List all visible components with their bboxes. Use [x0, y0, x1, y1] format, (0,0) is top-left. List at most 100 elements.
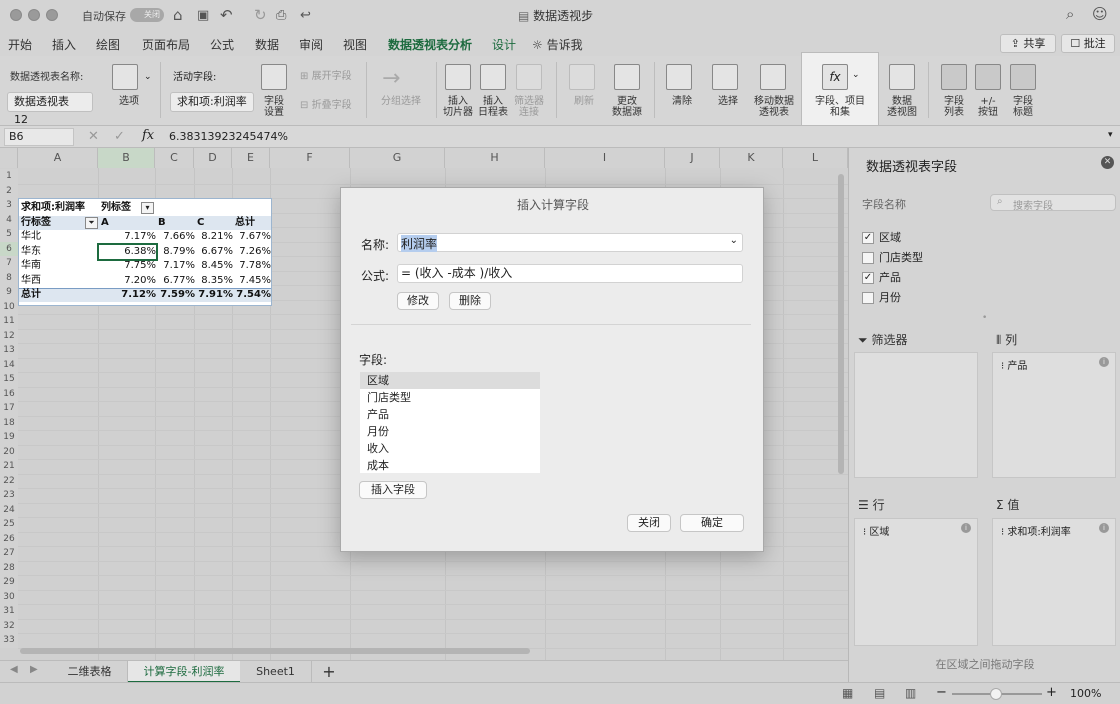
tab-scroll-right-icon[interactable]: ▶ [30, 664, 38, 675]
pivot-column-key[interactable]: A [101, 216, 158, 230]
pivot-total-name[interactable]: 总计 [21, 288, 91, 302]
column-header[interactable]: H [445, 148, 545, 168]
field-settings-button[interactable]: 字段 设置 [256, 96, 292, 118]
pivot-row-name[interactable]: 华南 [21, 259, 91, 273]
info-icon[interactable]: i [1099, 523, 1109, 533]
zoom-out-icon[interactable]: − [936, 685, 947, 700]
pivot-value-cell[interactable]: 7.67% [233, 230, 271, 244]
formula-input[interactable]: 6.38313923245474% [169, 130, 288, 143]
select-icon[interactable] [712, 64, 738, 90]
pivot-chart-button[interactable]: 数据 透视图 [884, 96, 920, 118]
tab-pivot-analyze[interactable]: 数据透视表分析 [388, 36, 473, 59]
change-source-icon[interactable] [614, 64, 640, 90]
pivot-value-cell[interactable]: 7.66% [156, 230, 195, 244]
insert-slicer-button[interactable]: 插入 切片器 [440, 96, 476, 118]
row-header[interactable]: 23 [0, 488, 18, 503]
pivot-column-key[interactable]: B [158, 216, 197, 230]
sheet-tab-active[interactable]: 计算字段-利润率 [128, 661, 240, 683]
values-field-chip[interactable]: ⁝ 求和项:利润率 [1001, 523, 1071, 538]
row-header[interactable]: 7 [0, 256, 18, 271]
options-icon[interactable] [112, 64, 138, 90]
row-header[interactable]: 22 [0, 473, 18, 488]
row-header[interactable]: 28 [0, 560, 18, 575]
row-header[interactable]: 6 [0, 241, 18, 256]
formula-field[interactable]: = (收入 -成本 )/收入 [397, 264, 743, 283]
pivot-value-cell[interactable]: 7.26% [233, 245, 271, 259]
columns-drop-zone[interactable]: ⁝ 产品 i [992, 352, 1116, 478]
expand-formula-chevron-down-icon[interactable]: ▾ [1108, 130, 1113, 140]
name-chevron-down-icon[interactable]: ⌄ [730, 235, 738, 246]
row-header[interactable]: 2 [0, 183, 18, 198]
refresh-icon[interactable] [569, 64, 595, 90]
tab-data[interactable]: 数据 [255, 36, 279, 53]
row-header[interactable]: 14 [0, 357, 18, 372]
field-list-item[interactable]: 区域 [360, 372, 540, 389]
vertical-scrollbar[interactable] [838, 174, 844, 474]
active-field-input[interactable]: 求和项:利润率 [170, 92, 254, 112]
redo-icon[interactable]: ↻ [254, 6, 267, 24]
panel-field-row[interactable]: ✓ 产品 [862, 268, 901, 288]
minimize-window-button[interactable] [28, 9, 40, 21]
pivot-total-cell[interactable]: 7.12% [99, 288, 156, 302]
row-header[interactable]: 32 [0, 618, 18, 633]
checkbox-unchecked[interactable] [862, 292, 874, 304]
field-list-item[interactable]: 门店类型 [360, 389, 540, 406]
name-combobox[interactable]: 利润率 ⌄ [397, 233, 743, 252]
tab-draw[interactable]: 绘图 [96, 36, 120, 53]
confirm-icon[interactable]: ✓ [114, 129, 125, 144]
rows-drop-zone[interactable]: ⁝ 区域 i [854, 518, 978, 646]
comments-button[interactable]: ☐ 批注 [1061, 34, 1115, 53]
field-list-button[interactable]: 字段 列表 [936, 96, 972, 118]
timeline-icon[interactable] [480, 64, 506, 90]
row-header[interactable]: 27 [0, 546, 18, 561]
row-header[interactable]: 16 [0, 386, 18, 401]
field-headers-icon[interactable] [1010, 64, 1036, 90]
pivot-column-key[interactable]: C [197, 216, 235, 230]
pivot-row-name[interactable]: 华东 [21, 245, 91, 259]
row-header[interactable]: 29 [0, 575, 18, 590]
column-header[interactable]: G [350, 148, 445, 168]
row-header[interactable]: 11 [0, 314, 18, 329]
row-header[interactable]: 31 [0, 604, 18, 619]
row-header[interactable]: 1 [0, 169, 18, 184]
undo-icon[interactable]: ↶ [220, 6, 233, 24]
tab-insert[interactable]: 插入 [52, 36, 76, 53]
clear-button[interactable]: 清除 [664, 96, 700, 107]
close-button[interactable]: 关闭 [627, 514, 671, 532]
row-header[interactable]: 4 [0, 212, 18, 227]
pivot-value-cell[interactable]: 8.79% [156, 245, 195, 259]
columns-field-chip[interactable]: ⁝ 产品 [1001, 357, 1027, 372]
info-icon[interactable]: i [1099, 357, 1109, 367]
pivot-value-cell[interactable]: 7.17% [156, 259, 195, 273]
options-button[interactable]: 选项 [106, 96, 152, 107]
field-settings-icon[interactable] [261, 64, 287, 90]
tell-me[interactable]: ☼ 告诉我 [532, 36, 583, 53]
cancel-icon[interactable]: ✕ [88, 129, 99, 144]
home-icon[interactable]: ⌂ [173, 6, 183, 24]
select-button[interactable]: 选择 [710, 96, 746, 107]
pivot-value-cell[interactable]: 7.75% [99, 259, 156, 273]
row-header[interactable]: 18 [0, 415, 18, 430]
select-all-corner[interactable] [0, 148, 18, 168]
add-sheet-icon[interactable]: + [318, 661, 340, 683]
zoom-in-icon[interactable]: + [1046, 685, 1057, 700]
zoom-window-button[interactable] [46, 9, 58, 21]
tab-scroll-left-icon[interactable]: ◀ [10, 664, 18, 675]
filters-drop-zone[interactable] [854, 352, 978, 478]
ok-button[interactable]: 确定 [680, 514, 744, 532]
tab-review[interactable]: 审阅 [299, 36, 323, 53]
collapse-field-button[interactable]: ⊟ 折叠字段 [300, 100, 352, 111]
values-drop-zone[interactable]: ⁝ 求和项:利润率 i [992, 518, 1116, 646]
row-header[interactable]: 12 [0, 328, 18, 343]
pivot-chart-icon[interactable] [889, 64, 915, 90]
row-header[interactable]: 19 [0, 430, 18, 445]
row-header[interactable]: 30 [0, 589, 18, 604]
group-select-button[interactable]: 分组选择 [378, 96, 424, 107]
tab-home[interactable]: 开始 [8, 36, 32, 53]
tab-page-layout[interactable]: 页面布局 [142, 36, 190, 53]
field-list-item[interactable]: 产品 [360, 406, 540, 423]
column-header[interactable]: K [720, 148, 783, 168]
column-header[interactable]: I [545, 148, 665, 168]
pivot-column-key[interactable]: 总计 [235, 216, 273, 230]
pivot-row-name[interactable]: 华西 [21, 274, 91, 288]
